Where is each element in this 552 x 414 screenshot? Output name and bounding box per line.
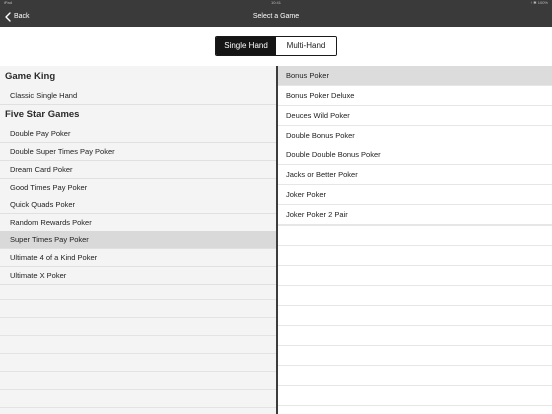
list-item[interactable]: Dream Card Poker (0, 161, 276, 179)
game-variant-list: Bonus Poker Bonus Poker Deluxe Deuces Wi… (278, 66, 552, 414)
list-item[interactable]: Quick Quads Poker (0, 196, 276, 214)
section-header-game-king: Game King (0, 67, 276, 87)
list-item[interactable]: Double Double Bonus Poker (278, 145, 552, 165)
segment-multi-hand[interactable]: Multi-Hand (276, 37, 336, 55)
list-item[interactable]: Jacks or Better Poker (278, 165, 552, 185)
game-category-list: Game King Classic Single Hand Five Star … (0, 66, 276, 414)
hand-mode-segmented-control: Single Hand Multi-Hand (215, 36, 337, 56)
chevron-left-icon (5, 11, 14, 22)
list-item[interactable]: Double Super Times Pay Poker (0, 143, 276, 161)
navigation-bar: Back Select a Game (0, 6, 552, 27)
list-item[interactable]: Random Rewards Poker (0, 214, 276, 232)
list-item[interactable]: Deuces Wild Poker (278, 106, 552, 126)
back-button[interactable]: Back (5, 6, 30, 27)
list-item[interactable]: Classic Single Hand (0, 87, 276, 105)
hand-mode-bar: Single Hand Multi-Hand (0, 27, 552, 66)
section-header-five-star-games: Five Star Games (0, 105, 276, 125)
list-item[interactable]: Ultimate 4 of a Kind Poker (0, 249, 276, 267)
list-item-selected[interactable]: Bonus Poker (278, 66, 552, 86)
list-item[interactable]: Joker Poker 2 Pair (278, 205, 552, 225)
back-label: Back (14, 13, 30, 20)
segment-single-hand[interactable]: Single Hand (216, 37, 276, 55)
page-title: Select a Game (252, 13, 300, 20)
list-item[interactable]: Good Times Pay Poker (0, 179, 276, 197)
list-item[interactable]: Ultimate X Poker (0, 267, 276, 285)
list-item[interactable]: Joker Poker (278, 185, 552, 205)
list-item[interactable]: Bonus Poker Deluxe (278, 86, 552, 106)
list-item-selected[interactable]: Super Times Pay Poker (0, 231, 276, 249)
list-item[interactable]: Double Bonus Poker (278, 126, 552, 146)
list-item[interactable]: Double Pay Poker (0, 125, 276, 143)
